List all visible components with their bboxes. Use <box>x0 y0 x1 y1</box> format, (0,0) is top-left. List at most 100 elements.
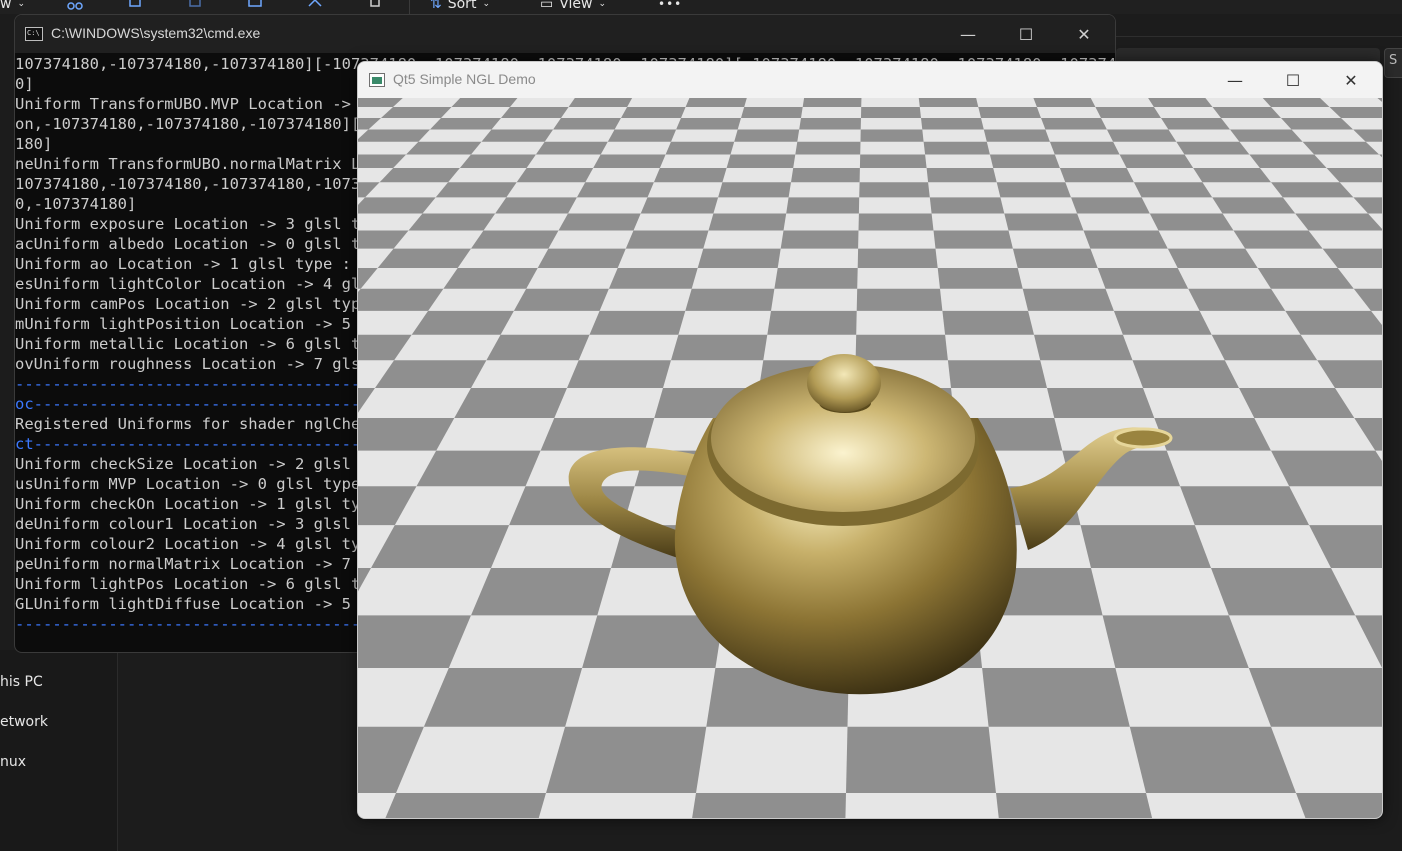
cmd-maximize-button[interactable]: ☐ <box>997 15 1055 53</box>
teapot-knob <box>807 354 881 412</box>
floor-tile <box>857 248 938 268</box>
toolbar-partial-item[interactable]: w ⌄ <box>0 0 25 14</box>
cmd-output-line: acUniform albedo Location -> 0 glsl type <box>15 235 389 253</box>
cmd-close-button[interactable]: ✕ <box>1055 15 1113 53</box>
sort-label: Sort <box>447 0 477 12</box>
floor-tile <box>1071 197 1150 214</box>
explorer-toolbar: w ⌄ ⇅ Sort ⌄ ▭ View ⌄ ••• <box>0 0 1402 14</box>
cmd-output-line: ---------------------------------------- <box>15 375 389 393</box>
floor-tile <box>558 213 641 231</box>
sidebar-item-network[interactable]: etwork <box>0 714 48 730</box>
copy-icon[interactable] <box>126 0 144 12</box>
floor-tile <box>1004 213 1084 231</box>
ngl-window[interactable]: Qt5 Simple NGL Demo — ☐ ✕ <box>357 61 1383 819</box>
floor-tile <box>1133 182 1213 198</box>
explorer-search-box[interactable]: S <box>1384 48 1402 78</box>
floor-tile <box>1248 668 1382 727</box>
floor-tile <box>1148 98 1213 107</box>
cmd-minimize-button[interactable]: — <box>939 15 997 53</box>
sidebar-item-this-pc[interactable]: his PC <box>0 674 43 690</box>
floor-tile <box>929 197 1005 214</box>
floor-tile <box>1239 388 1355 418</box>
floor-tile <box>1083 230 1168 249</box>
floor-tile <box>926 168 997 183</box>
floor-tile <box>451 98 518 107</box>
delete-icon[interactable] <box>366 0 384 12</box>
chevron-down-icon: ⌄ <box>598 0 607 9</box>
cmd-output-line: GLUniform lightDiffuse Location -> 5 gls <box>15 595 389 613</box>
floor-tile <box>697 248 781 268</box>
floor-tile <box>942 310 1034 335</box>
floor-tile <box>379 168 460 183</box>
floor-tile <box>1257 268 1354 289</box>
floor-tile <box>1193 168 1271 183</box>
floor-tile <box>430 118 501 130</box>
ngl-minimize-button[interactable]: — <box>1206 62 1264 98</box>
floor-tile <box>1212 197 1296 214</box>
floor-tile <box>1262 98 1330 107</box>
ngl-titlebar[interactable]: Qt5 Simple NGL Demo — ☐ ✕ <box>358 62 1382 98</box>
floor-tile <box>978 107 1041 118</box>
cmd-output-line: 180] <box>15 135 53 153</box>
floor-tile <box>621 107 686 118</box>
floor-tile <box>767 310 857 335</box>
cmd-titlebar[interactable]: C:\WINDOWS\system32\cmd.exe — ☐ ✕ <box>15 15 1115 53</box>
floor-tile <box>1080 525 1211 568</box>
floor-tile <box>443 268 538 289</box>
ngl-maximize-button[interactable]: ☐ <box>1264 62 1322 98</box>
cut-icon[interactable] <box>66 0 84 12</box>
floor-tile <box>859 182 930 198</box>
chevron-down-icon: ⌄ <box>482 0 490 9</box>
floor-tile <box>1022 288 1114 311</box>
cmd-output-line: ovUniform roughness Location -> 7 glsl t <box>15 355 389 373</box>
floor-tile <box>937 268 1023 289</box>
floor-tile <box>375 360 487 388</box>
floor-tile <box>983 129 1050 142</box>
floor-tile <box>918 98 979 107</box>
floor-tile <box>996 182 1071 198</box>
floor-tile <box>1095 107 1161 118</box>
cmd-output-line: ---------------------------------------- <box>15 615 389 633</box>
floor-tile <box>734 129 800 142</box>
floor-tile <box>685 288 775 311</box>
sort-icon: ⇅ <box>430 0 442 12</box>
floor-tile <box>855 334 948 361</box>
sort-button[interactable]: ⇅ Sort ⌄ <box>430 0 490 14</box>
floor-tile <box>802 98 862 107</box>
more-options-icon[interactable]: ••• <box>658 0 682 14</box>
opengl-viewport[interactable] <box>358 98 1383 819</box>
rename-icon[interactable] <box>246 0 264 12</box>
ngl-title: Qt5 Simple NGL Demo <box>393 71 536 87</box>
floor-tile <box>513 288 609 311</box>
floor-tile <box>799 118 861 130</box>
floor-tile <box>593 154 666 168</box>
cmd-output-line: neUniform TransformUBO.normalMatrix Loca <box>15 155 389 173</box>
floor-tile <box>1212 107 1281 118</box>
view-button[interactable]: ▭ View ⌄ <box>540 0 606 14</box>
floor-tile <box>989 154 1060 168</box>
floor-tile <box>1285 310 1382 335</box>
cmd-output-line: Registered Uniforms for shader nglChec <box>15 415 370 433</box>
sidebar-item-linux[interactable]: nux <box>0 754 26 770</box>
share-icon[interactable] <box>306 0 324 12</box>
toolbar-divider <box>409 0 410 14</box>
floor-tile <box>1033 98 1096 107</box>
cmd-output-line: on,-107374180,-107374180,-107374180][-10 <box>15 115 389 133</box>
ngl-close-button[interactable]: ✕ <box>1322 62 1380 98</box>
floor-tile <box>1188 288 1286 311</box>
floor-tile <box>454 388 567 418</box>
paste-icon[interactable] <box>186 0 204 12</box>
view-label: View <box>559 0 593 12</box>
cmd-output-line: peUniform normalMatrix Location -> 7 gls <box>15 555 389 573</box>
floor-tile <box>1129 726 1296 793</box>
floor-tile <box>377 248 471 268</box>
floor-tile <box>576 182 654 198</box>
floor-tile <box>1161 118 1230 130</box>
floor-tile <box>381 107 452 118</box>
cmd-output-line: 107374180,-107374180,-107374180,-10737 <box>15 175 370 193</box>
floor-tile <box>435 182 517 198</box>
floor-tile <box>1211 334 1318 361</box>
floor-tile <box>406 141 482 155</box>
floor-tile <box>1132 360 1239 388</box>
ngl-app-icon <box>369 73 385 87</box>
